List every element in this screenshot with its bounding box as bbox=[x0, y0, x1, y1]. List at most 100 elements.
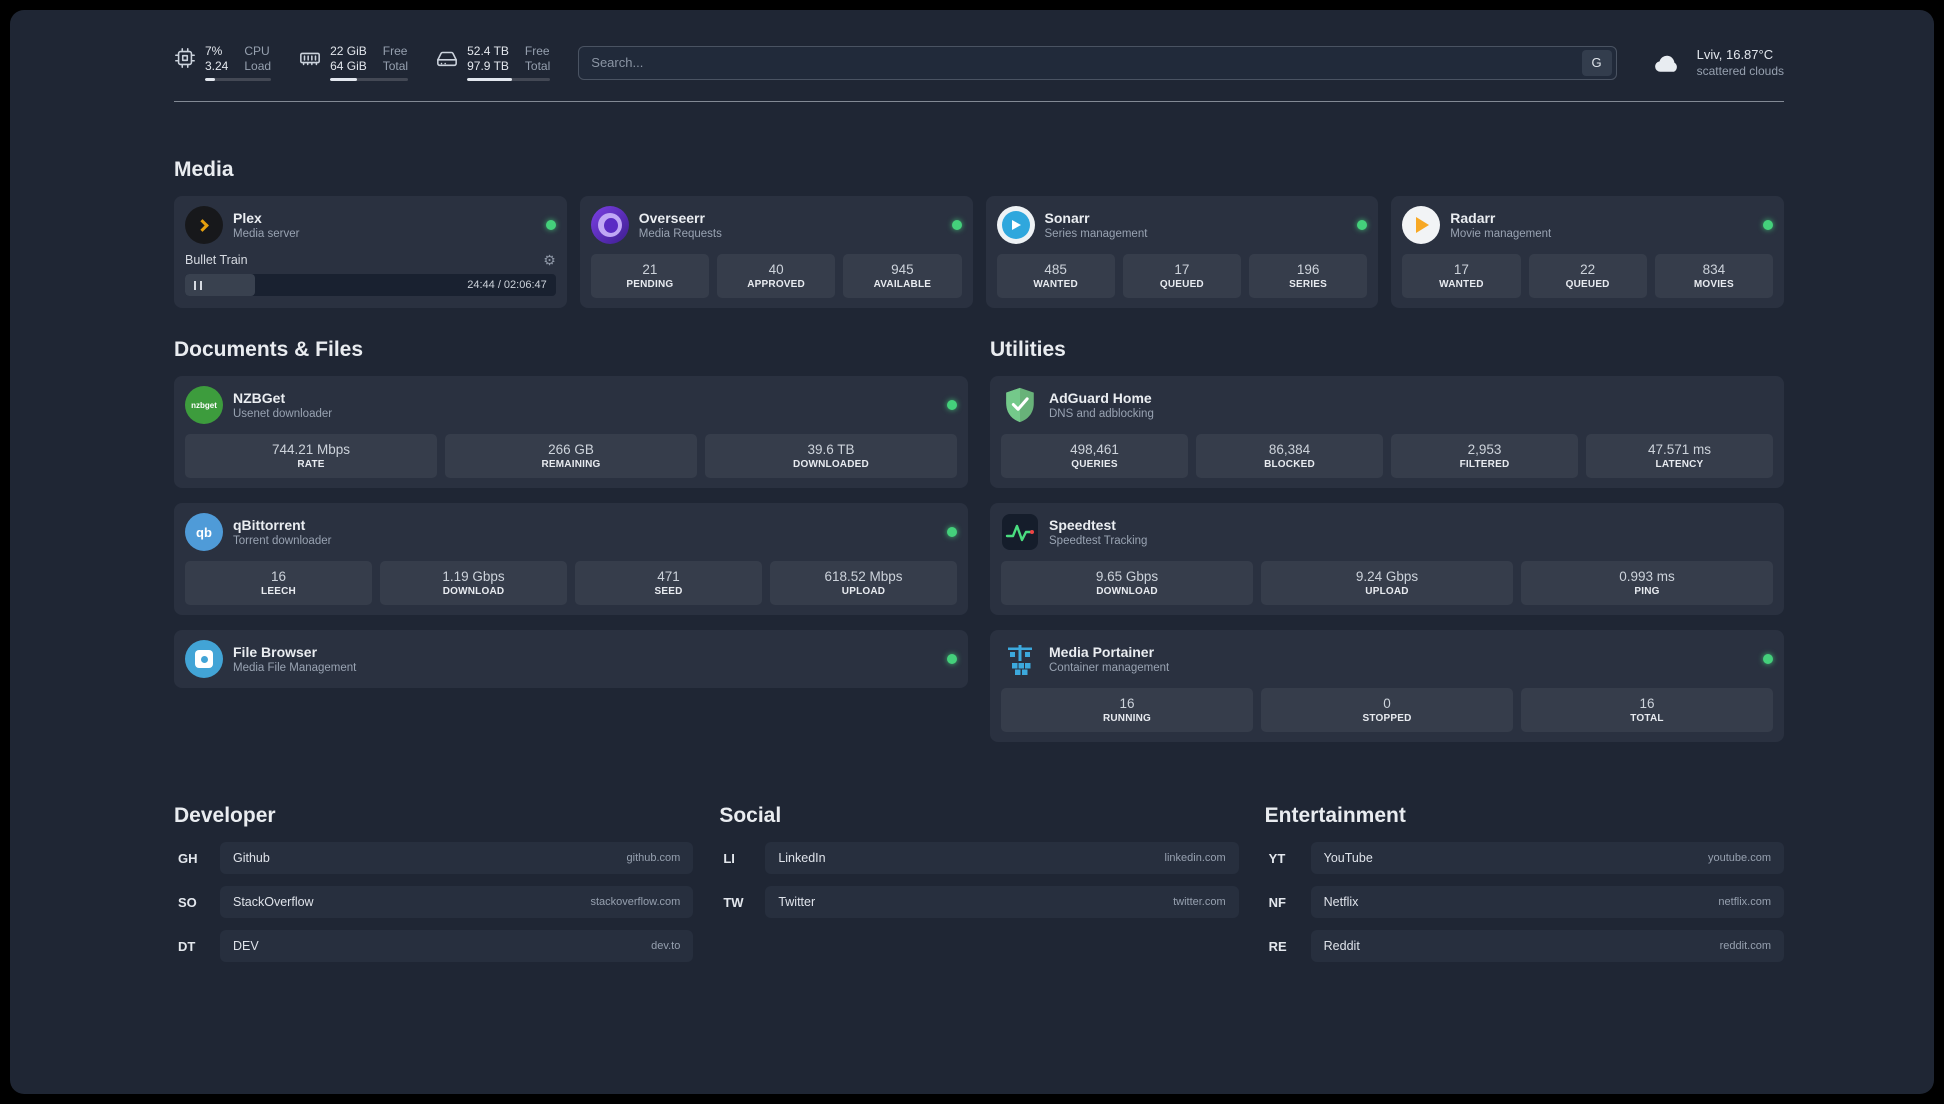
app-link-qbittorrent[interactable]: qb qBittorrent Torrent downloader bbox=[185, 513, 957, 551]
stat-value: 945 bbox=[891, 262, 914, 277]
stat-label: DOWNLOAD bbox=[1096, 586, 1158, 597]
section-title-documents: Documents & Files bbox=[174, 338, 364, 361]
bookmark-github[interactable]: GH Github github.com bbox=[174, 842, 694, 874]
cpu-icon bbox=[174, 47, 196, 69]
stat-tile-rate: 744.21 Mbps RATE bbox=[185, 434, 437, 478]
app-link-adguard[interactable]: AdGuard Home DNS and adblocking bbox=[1001, 386, 1773, 424]
bookmark-pill[interactable]: DEV dev.to bbox=[220, 930, 694, 962]
app-name[interactable]: File Browser bbox=[233, 643, 356, 661]
app-link-filebrowser[interactable]: File Browser Media File Management bbox=[185, 640, 957, 678]
stat-tile-filtered: 2,953 FILTERED bbox=[1391, 434, 1578, 478]
app-name[interactable]: Radarr bbox=[1450, 209, 1551, 227]
bookmark-domain: stackoverflow.com bbox=[590, 896, 681, 908]
app-name[interactable]: Media Portainer bbox=[1049, 643, 1169, 661]
bookmark-pill[interactable]: Netflix netflix.com bbox=[1310, 886, 1784, 918]
stat-tile-latency: 47.571 ms LATENCY bbox=[1586, 434, 1773, 478]
stat-tile-movies: 834 MOVIES bbox=[1654, 254, 1773, 298]
stat-label: RATE bbox=[297, 459, 325, 470]
bookmark-pill[interactable]: YouTube youtube.com bbox=[1310, 842, 1784, 874]
portainer-crane-icon bbox=[1001, 640, 1039, 678]
stat-label: LEECH bbox=[261, 586, 296, 597]
bookmark-abbr: SO bbox=[178, 894, 197, 910]
stat-tile-upload: 618.52 Mbps UPLOAD bbox=[770, 561, 957, 605]
app-link-sonarr[interactable]: Sonarr Series management bbox=[996, 206, 1368, 244]
cpu-bar bbox=[205, 78, 272, 81]
bookmark-dev[interactable]: DT DEV dev.to bbox=[174, 930, 694, 962]
stat-tile-leech: 16 LEECH bbox=[185, 561, 372, 605]
search-input[interactable] bbox=[591, 55, 1582, 70]
search-engine-button[interactable]: G bbox=[1581, 49, 1612, 76]
memory-bar-fill bbox=[330, 78, 357, 81]
bookmark-domain: netflix.com bbox=[1718, 896, 1771, 908]
app-link-speedtest[interactable]: Speedtest Speedtest Tracking bbox=[1001, 513, 1773, 551]
stat-value: 17 bbox=[1174, 262, 1190, 277]
section-title-media: Media bbox=[174, 158, 234, 181]
app-card-speedtest: Speedtest Speedtest Tracking 9.65 Gbps D… bbox=[990, 503, 1784, 615]
bookmark-pill[interactable]: Reddit reddit.com bbox=[1310, 930, 1784, 962]
stat-label: UPLOAD bbox=[841, 586, 886, 597]
stat-value: 618.52 Mbps bbox=[824, 569, 903, 584]
pause-button[interactable] bbox=[194, 280, 202, 290]
stat-tile-download: 1.19 Gbps DOWNLOAD bbox=[380, 561, 567, 605]
bookmark-pill[interactable]: Twitter twitter.com bbox=[765, 886, 1239, 918]
app-link-overseerr[interactable]: Overseerr Media Requests bbox=[590, 206, 962, 244]
stat-tile-wanted: 485 WANTED bbox=[996, 254, 1115, 298]
bookmark-youtube[interactable]: YT YouTube youtube.com bbox=[1265, 842, 1784, 874]
app-link-radarr[interactable]: Radarr Movie management bbox=[1402, 206, 1773, 244]
section-media: Media Plex Media server Bullet Train ⚙ 2… bbox=[174, 158, 1784, 308]
status-dot bbox=[947, 527, 957, 537]
app-name[interactable]: Speedtest bbox=[1049, 516, 1147, 534]
stat-label: SEED bbox=[654, 586, 683, 597]
player-progress-bar[interactable]: 24:44 / 02:06:47 bbox=[185, 274, 556, 296]
stat-label: RUNNING bbox=[1102, 713, 1152, 724]
section-utilities: Utilities AdGuard Home DNS and adblockin… bbox=[990, 338, 1784, 742]
app-name[interactable]: NZBGet bbox=[233, 389, 332, 407]
search-bar[interactable]: G bbox=[578, 45, 1617, 80]
stat-tile-series: 196 SERIES bbox=[1249, 254, 1368, 298]
stat-label: TOTAL bbox=[1630, 713, 1664, 724]
bookmark-pill[interactable]: StackOverflow stackoverflow.com bbox=[220, 886, 694, 918]
bookmark-netflix[interactable]: NF Netflix netflix.com bbox=[1265, 886, 1784, 918]
cloud-icon bbox=[1647, 48, 1687, 78]
bookmark-domain: dev.to bbox=[651, 940, 681, 952]
memory-icon bbox=[299, 47, 321, 69]
bookmark-pill[interactable]: LinkedIn linkedin.com bbox=[765, 842, 1239, 874]
bookmark-stackoverflow[interactable]: SO StackOverflow stackoverflow.com bbox=[174, 886, 694, 918]
section-documents: Documents & Files nzbget NZBGet Usenet d… bbox=[174, 338, 968, 742]
app-name[interactable]: Sonarr bbox=[1045, 209, 1148, 227]
app-link-portainer[interactable]: Media Portainer Container management bbox=[1001, 640, 1773, 678]
app-subtitle: Usenet downloader bbox=[233, 407, 333, 420]
weather-widget: Lviv, 16.87°C scattered clouds bbox=[1647, 46, 1784, 79]
bookmark-abbr: DT bbox=[178, 938, 196, 954]
stat-value: 16 bbox=[1119, 696, 1135, 711]
stat-tile-upload: 9.24 Gbps UPLOAD bbox=[1261, 561, 1513, 605]
app-link-nzbget[interactable]: nzbget NZBGet Usenet downloader bbox=[185, 386, 957, 424]
qbittorrent-icon: qb bbox=[185, 513, 223, 551]
app-link-plex[interactable]: Plex Media server bbox=[185, 206, 556, 244]
settings-gear-icon[interactable]: ⚙ bbox=[543, 253, 556, 267]
app-name[interactable]: AdGuard Home bbox=[1049, 389, 1154, 407]
app-name[interactable]: qBittorrent bbox=[233, 516, 331, 534]
bookmark-pill[interactable]: Github github.com bbox=[220, 842, 694, 874]
app-subtitle: Speedtest Tracking bbox=[1049, 534, 1148, 547]
bookmark-name: Reddit bbox=[1323, 939, 1360, 953]
stat-label: APPROVED bbox=[747, 279, 805, 290]
filebrowser-icon bbox=[185, 640, 223, 678]
stat-value: 21 bbox=[642, 262, 658, 277]
top-bar: 7% 3.24 CPU Load 22 GiB 64 GiB Free Tota… bbox=[174, 44, 1784, 81]
weather-condition: scattered clouds bbox=[1696, 64, 1784, 78]
app-subtitle: Media Requests bbox=[638, 227, 722, 240]
bookmark-linkedin[interactable]: LI LinkedIn linkedin.com bbox=[719, 842, 1239, 874]
stat-tile-running: 16 RUNNING bbox=[1001, 688, 1253, 732]
app-name[interactable]: Overseerr bbox=[639, 209, 722, 227]
stat-value: 16 bbox=[1639, 696, 1655, 711]
stat-tile-stopped: 0 STOPPED bbox=[1261, 688, 1513, 732]
disk-total: 97.9 TB bbox=[467, 59, 509, 73]
stat-label: WANTED bbox=[1439, 279, 1484, 290]
disk-free: 52.4 TB bbox=[467, 44, 509, 58]
stat-value: 9.24 Gbps bbox=[1355, 569, 1419, 584]
app-name[interactable]: Plex bbox=[233, 209, 299, 227]
bookmark-reddit[interactable]: RE Reddit reddit.com bbox=[1265, 930, 1784, 962]
bookmark-twitter[interactable]: TW Twitter twitter.com bbox=[719, 886, 1239, 918]
stat-label: STOPPED bbox=[1362, 713, 1412, 724]
